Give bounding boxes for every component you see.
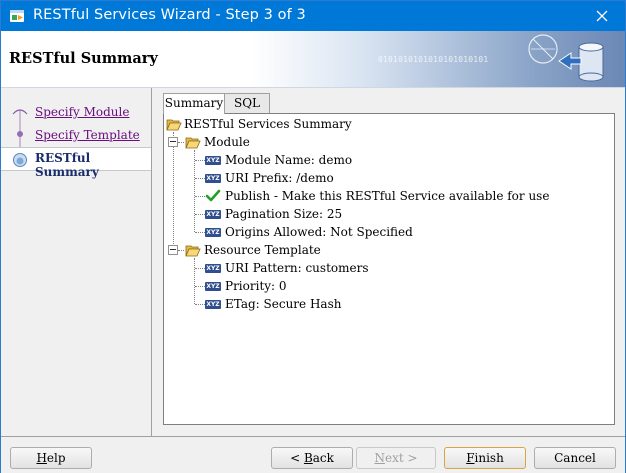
app-icon xyxy=(9,8,25,24)
window-title: RESTful Services Wizard - Step 3 of 3 xyxy=(33,7,306,23)
header-binary-text: 0101010101010101010101 xyxy=(378,55,489,64)
summary-tree: RESTful Services Summary Module XYZ Modu… xyxy=(163,113,615,425)
tab-summary[interactable]: Summary xyxy=(163,93,225,114)
xyz-icon: XYZ xyxy=(205,264,221,273)
tree-label: Module xyxy=(204,135,250,149)
xyz-icon: XYZ xyxy=(205,210,221,219)
xyz-icon: XYZ xyxy=(205,282,221,291)
check-icon xyxy=(205,189,221,202)
steps-panel: Specify Module Specify Template RESTful … xyxy=(1,88,152,436)
wizard-header: 0101010101010101010101 RESTful Summary xyxy=(1,31,625,88)
tree-label: Module Name: demo xyxy=(225,153,353,167)
button-bar: Help < Back Next > Finish Cancel xyxy=(1,436,625,473)
tree-node-root[interactable]: RESTful Services Summary xyxy=(164,115,604,133)
tree-node-origins[interactable]: XYZ Origins Allowed: Not Specified xyxy=(164,223,604,241)
finish-button[interactable]: Finish xyxy=(444,447,526,469)
xyz-icon: XYZ xyxy=(205,174,221,183)
collapse-icon[interactable] xyxy=(168,137,178,147)
xyz-icon: XYZ xyxy=(205,228,221,237)
title-bar: RESTful Services Wizard - Step 3 of 3 xyxy=(1,1,625,31)
tree-label: RESTful Services Summary xyxy=(184,117,352,131)
tree-node-module-name[interactable]: XYZ Module Name: demo xyxy=(164,151,604,169)
tree-node-module[interactable]: Module xyxy=(164,133,604,151)
tree-node-resource-template[interactable]: Resource Template xyxy=(164,241,604,259)
open-folder-icon xyxy=(185,137,201,149)
page-title: RESTful Summary xyxy=(9,50,158,67)
tree-node-etag[interactable]: XYZ ETag: Secure Hash xyxy=(164,295,604,313)
tab-sql[interactable]: SQL xyxy=(224,93,270,113)
tree-node-pagination[interactable]: XYZ Pagination Size: 25 xyxy=(164,205,604,223)
next-button[interactable]: Next > xyxy=(356,447,436,469)
step-label: RESTful Summary xyxy=(35,151,99,179)
database-sync-icon xyxy=(528,34,604,82)
tree-node-priority[interactable]: XYZ Priority: 0 xyxy=(164,277,604,295)
cancel-button[interactable]: Cancel xyxy=(534,447,616,469)
close-icon xyxy=(596,10,608,22)
help-button[interactable]: Help xyxy=(10,447,92,469)
tree-node-publish[interactable]: Publish - Make this RESTful Service avai… xyxy=(164,187,604,205)
tree-node-uri-pattern[interactable]: XYZ URI Pattern: customers xyxy=(164,259,604,277)
wizard-window: RESTful Services Wizard - Step 3 of 3 01… xyxy=(0,0,626,473)
step-specify-template[interactable]: Specify Template xyxy=(1,125,151,147)
tree-label: URI Prefix: /demo xyxy=(225,171,334,185)
step-label[interactable]: Specify Template xyxy=(35,128,140,142)
back-button[interactable]: < Back xyxy=(271,447,353,469)
collapse-icon[interactable] xyxy=(168,245,178,255)
tree-label: URI Pattern: customers xyxy=(225,261,369,275)
tree-label: ETag: Secure Hash xyxy=(225,297,342,311)
current-step-icon xyxy=(13,153,27,167)
xyz-icon: XYZ xyxy=(205,300,221,309)
tree-label: Resource Template xyxy=(204,243,321,257)
close-button[interactable] xyxy=(579,1,625,31)
tree-label: Priority: 0 xyxy=(225,279,287,293)
step-label[interactable]: Specify Module xyxy=(35,105,129,119)
tree-label: Origins Allowed: Not Specified xyxy=(225,225,413,239)
step-restful-summary: RESTful Summary xyxy=(1,147,151,179)
tree-label: Pagination Size: 25 xyxy=(225,207,343,221)
open-folder-icon xyxy=(166,119,182,131)
step-specify-module[interactable]: Specify Module xyxy=(1,102,151,124)
open-folder-icon xyxy=(185,245,201,257)
tree-node-uri-prefix[interactable]: XYZ URI Prefix: /demo xyxy=(164,169,604,187)
tree-label: Publish - Make this RESTful Service avai… xyxy=(225,189,550,203)
xyz-icon: XYZ xyxy=(205,156,221,165)
